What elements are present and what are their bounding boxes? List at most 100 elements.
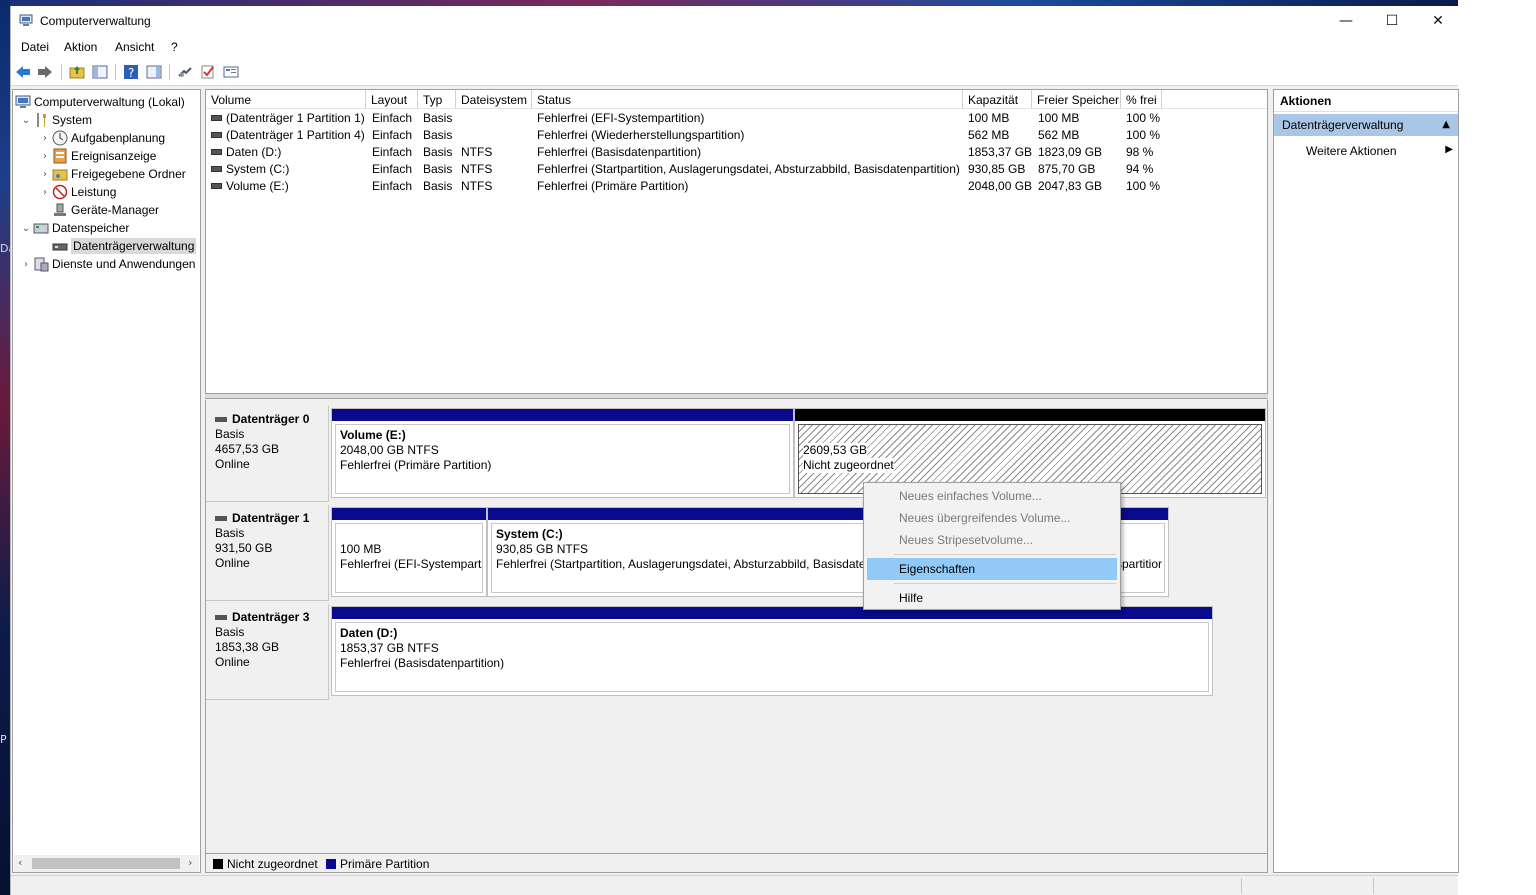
maximize-button[interactable]: ☐ (1369, 6, 1415, 36)
disk-icon (215, 516, 227, 521)
tree-item-computerverwaltung[interactable]: Computerverwaltung (Lokal) (15, 93, 185, 111)
toolbar-separator (169, 64, 170, 80)
tree-item-system[interactable]: ⌄ System (19, 111, 92, 129)
volume-cell: Daten (D:) (211, 145, 281, 159)
column-header-typ[interactable]: Typ (418, 90, 456, 109)
navigation-tree: Computerverwaltung (Lokal) ⌄ System › Au… (12, 89, 201, 873)
disk-label[interactable]: Datenträger 3 Basis 1853,38 GB Online (206, 604, 329, 700)
disk-size: 931,50 GB (215, 541, 273, 555)
column-header-dateisystem[interactable]: Dateisystem (456, 90, 532, 109)
check-icon[interactable] (200, 64, 216, 80)
scrollbar-thumb[interactable] (32, 858, 180, 869)
action-weitere-aktionen[interactable]: Weitere Aktionen ▶ (1274, 142, 1458, 162)
volume-icon (211, 166, 222, 172)
chevron-right-icon[interactable]: › (38, 169, 52, 180)
collapse-up-icon[interactable]: ▲ (1442, 119, 1450, 130)
partition-size: 1853,37 GB NTFS (340, 641, 439, 655)
tree-item-aufgabenplanung[interactable]: › Aufgabenplanung (38, 129, 165, 147)
context-menu: Neues einfaches Volume... Neues übergrei… (863, 482, 1121, 610)
partition-title: Volume (E:) (340, 428, 406, 442)
scroll-right-icon[interactable]: › (188, 856, 192, 869)
column-header-volume[interactable]: Volume (206, 90, 366, 109)
actions-section-label: Datenträgerverwaltung (1282, 118, 1404, 132)
tree-item-dienste-und-anwendungen[interactable]: › Dienste und Anwendungen (19, 255, 195, 273)
tree-item-freigegebene-ordner[interactable]: › Freigegebene Ordner (38, 165, 186, 183)
status-bar-separator (1241, 878, 1242, 894)
volume-name: (Datenträger 1 Partition 4) (226, 128, 365, 142)
up-folder-icon[interactable] (69, 64, 85, 80)
table-row[interactable]: (Datenträger 1 Partition 1) Einfach Basi… (206, 110, 1267, 127)
computer-management-icon (19, 14, 33, 26)
prozent-frei-cell: 94 % (1126, 162, 1154, 176)
chevron-right-icon[interactable]: › (38, 133, 52, 144)
actions-pane: Aktionen Datenträgerverwaltung ▲ Weitere… (1273, 89, 1459, 873)
partition-efi[interactable]: 100 MB Fehlerfrei (EFI-Systempartit (331, 507, 487, 597)
partition-volume-e[interactable]: Volume (E:) 2048,00 GB NTFS Fehlerfrei (… (331, 408, 794, 498)
tree-item-datentraegerverwaltung[interactable]: Datenträgerverwaltung (52, 237, 197, 255)
properties-icon[interactable] (223, 64, 239, 80)
close-button[interactable]: ✕ (1415, 6, 1461, 36)
event-viewer-icon (52, 148, 68, 164)
partition-size: 100 MB (340, 542, 382, 556)
tree-item-label: Geräte-Manager (71, 203, 160, 217)
tree-item-datenspeicher[interactable]: ⌄ Datenspeicher (19, 219, 130, 237)
table-row[interactable]: System (C:) Einfach Basis NTFS Fehlerfre… (206, 161, 1267, 178)
table-row[interactable]: Daten (D:) Einfach Basis NTFS Fehlerfrei… (206, 144, 1267, 161)
back-icon[interactable] (15, 64, 31, 80)
disk-type: Basis (215, 526, 245, 540)
actions-header: Aktionen (1274, 90, 1458, 112)
tree-item-geraete-manager[interactable]: Geräte-Manager (52, 201, 159, 219)
disk-icon (215, 615, 227, 620)
chevron-down-icon[interactable]: ⌄ (19, 115, 33, 126)
table-row[interactable]: Volume (E:) Einfach Basis NTFS Fehlerfre… (206, 178, 1267, 195)
volume-cell: System (C:) (211, 162, 289, 176)
menu-ansicht[interactable]: Ansicht (115, 40, 154, 54)
prozent-frei-cell: 100 % (1126, 179, 1161, 193)
disk-name: Datenträger 3 (215, 610, 328, 625)
column-header-kapazitaet[interactable]: Kapazität (963, 90, 1032, 109)
forward-icon[interactable] (37, 64, 53, 80)
menu-help[interactable]: ? (171, 40, 178, 54)
chevron-right-icon[interactable]: › (38, 151, 52, 162)
column-header-status[interactable]: Status (532, 90, 963, 109)
menu-aktion[interactable]: Aktion (64, 40, 97, 54)
menu-item-neues-uebergreifendes-volume[interactable]: Neues übergreifendes Volume... (867, 507, 1117, 529)
menu-item-hilfe[interactable]: Hilfe (867, 587, 1117, 609)
scroll-left-icon[interactable]: ‹ (18, 856, 22, 869)
legend-label: Primäre Partition (340, 857, 430, 871)
volume-name: (Datenträger 1 Partition 1) (226, 111, 365, 125)
menu-datei[interactable]: Datei (21, 40, 49, 54)
column-header-prozent-frei[interactable]: % frei (1121, 90, 1162, 109)
chevron-right-icon[interactable]: › (38, 187, 52, 198)
show-hide-tree-icon[interactable] (92, 64, 108, 80)
kapazitaet-cell: 100 MB (968, 111, 1010, 125)
chevron-right-icon[interactable]: › (19, 259, 33, 270)
disk-label[interactable]: Datenträger 0 Basis 4657,53 GB Online (206, 406, 329, 502)
tree-item-leistung[interactable]: › Leistung (38, 183, 116, 201)
volume-cell: (Datenträger 1 Partition 4) (211, 128, 365, 142)
connect-icon[interactable] (177, 64, 193, 80)
tree-horizontal-scrollbar[interactable]: ‹ › (14, 855, 199, 872)
primary-partition-bar (332, 508, 486, 520)
pane-splitter[interactable] (205, 394, 1268, 399)
legend-swatch-primary (326, 859, 336, 869)
kapazitaet-cell: 562 MB (968, 128, 1010, 142)
menu-item-neues-stripesetvolume[interactable]: Neues Stripesetvolume... (867, 529, 1117, 551)
actions-section-datentraegerverwaltung[interactable]: Datenträgerverwaltung ▲ (1274, 114, 1458, 136)
menu-item-eigenschaften[interactable]: Eigenschaften (867, 558, 1117, 580)
tree-item-ereignisanzeige[interactable]: › Ereignisanzeige (38, 147, 156, 165)
minimize-button[interactable]: — (1323, 6, 1369, 36)
column-header-freier-speicher[interactable]: Freier Speicher (1032, 90, 1121, 109)
layout-cell: Einfach (372, 162, 413, 176)
disk-label[interactable]: Datenträger 1 Basis 931,50 GB Online (206, 505, 329, 601)
chevron-down-icon[interactable]: ⌄ (19, 223, 33, 234)
menu-item-neues-einfaches-volume[interactable]: Neues einfaches Volume... (867, 485, 1117, 507)
show-hide-action-pane-icon[interactable] (146, 64, 162, 80)
performance-icon (52, 184, 68, 200)
column-header-layout[interactable]: Layout (366, 90, 418, 109)
help-icon[interactable]: ? (123, 64, 139, 80)
table-row[interactable]: (Datenträger 1 Partition 4) Einfach Basi… (206, 127, 1267, 144)
partition-daten-d[interactable]: Daten (D:) 1853,37 GB NTFS Fehlerfrei (B… (331, 606, 1213, 696)
prozent-frei-cell: 100 % (1126, 111, 1161, 125)
dateisystem-cell: NTFS (461, 145, 493, 159)
